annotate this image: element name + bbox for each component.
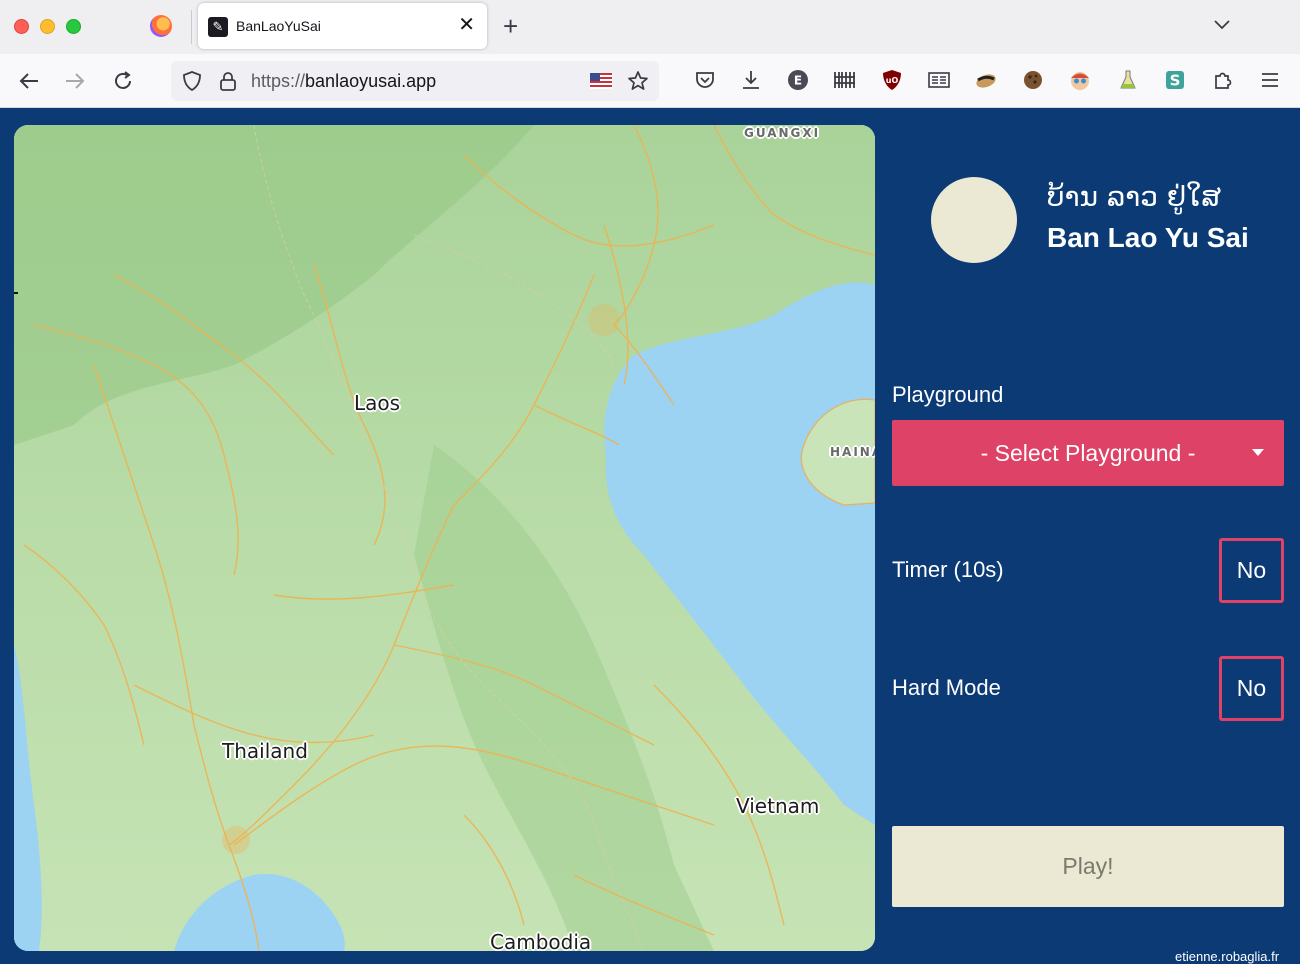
map-label-thailand: Thailand xyxy=(222,739,308,763)
app-logo xyxy=(931,177,1017,263)
ublock-icon[interactable]: uO xyxy=(880,68,904,92)
reload-icon[interactable] xyxy=(110,68,136,94)
play-button[interactable]: Play! xyxy=(892,826,1284,907)
browser-tab-bar: ✎ BanLaoYuSai ✕ + xyxy=(0,0,1300,54)
shield-icon[interactable] xyxy=(181,70,203,92)
browser-nav-bar: https://banlaoyusai.app E uO S xyxy=(0,54,1300,108)
minimize-window-button[interactable] xyxy=(40,19,55,34)
url-scheme: https:// xyxy=(251,71,306,91)
hard-mode-label: Hard Mode xyxy=(892,675,1001,700)
timer-toggle[interactable]: No xyxy=(1219,538,1284,603)
bangkok-urban xyxy=(222,826,250,854)
raccoon-icon[interactable] xyxy=(974,68,998,92)
new-tab-button[interactable]: + xyxy=(503,11,518,41)
address-bar[interactable]: https://banlaoyusai.app xyxy=(171,61,659,101)
face-icon[interactable] xyxy=(1068,68,1092,92)
barcode-icon[interactable] xyxy=(833,68,857,92)
map-canvas[interactable] xyxy=(14,125,875,951)
url-text[interactable]: https://banlaoyusai.app xyxy=(251,71,436,92)
chevron-down-icon[interactable] xyxy=(1212,14,1232,34)
app-title-english: Ban Lao Yu Sai xyxy=(1047,222,1249,253)
hard-mode-toggle[interactable]: No xyxy=(1219,656,1284,721)
puzzle-icon[interactable] xyxy=(1211,68,1235,92)
hanoi-urban xyxy=(588,304,620,336)
us-flag-icon[interactable] xyxy=(590,73,612,89)
lock-icon[interactable] xyxy=(217,70,239,92)
play-button-label: Play! xyxy=(1062,853,1114,879)
cookie-icon[interactable] xyxy=(1021,68,1045,92)
timer-toggle-value: No xyxy=(1236,557,1267,583)
map-label-vietnam: Vietnam xyxy=(736,794,820,818)
menu-icon[interactable] xyxy=(1258,68,1282,92)
map-label-hainan: HAINA xyxy=(830,445,875,459)
maximize-window-button[interactable] xyxy=(66,19,81,34)
site-favicon-icon: ✎ xyxy=(208,17,228,37)
map-view[interactable]: Laos Thailand Vietnam Cambodia GUANGXI H… xyxy=(14,125,875,951)
svg-text:uO: uO xyxy=(886,76,899,85)
footer-credit-link[interactable]: etienne.robaglia.fr xyxy=(1175,949,1279,964)
map-label-laos: Laos xyxy=(354,391,401,415)
app-title-lao: ບ້ານ ລາວ ຢູ່ໃສ xyxy=(1047,180,1222,213)
caret-down-icon xyxy=(1252,449,1264,456)
tab-title: BanLaoYuSai xyxy=(236,18,321,34)
close-tab-icon[interactable]: ✕ xyxy=(458,14,475,36)
close-window-button[interactable] xyxy=(14,19,29,34)
playground-label: Playground xyxy=(892,382,1004,407)
url-host: banlaoyusai.app xyxy=(305,71,437,91)
svg-text:E: E xyxy=(794,74,802,88)
s-icon[interactable]: S xyxy=(1163,68,1187,92)
bookmark-star-icon[interactable] xyxy=(626,69,650,93)
playground-select[interactable]: - Select Playground - xyxy=(892,420,1284,486)
reader-icon[interactable] xyxy=(927,68,951,92)
forward-arrow-icon[interactable] xyxy=(62,68,88,94)
map-label-guangxi: GUANGXI xyxy=(744,126,821,140)
browser-tab-active[interactable]: ✎ BanLaoYuSai ✕ xyxy=(198,3,487,49)
download-icon[interactable] xyxy=(739,68,763,92)
playground-select-value: - Select Playground - xyxy=(980,439,1196,466)
timer-label: Timer (10s) xyxy=(892,557,1004,582)
back-arrow-icon[interactable] xyxy=(16,68,42,94)
flask-icon[interactable] xyxy=(1116,68,1140,92)
tab-divider xyxy=(191,10,192,44)
map-label-cambodia: Cambodia xyxy=(490,930,592,951)
hard-mode-toggle-value: No xyxy=(1236,675,1267,701)
firefox-icon[interactable] xyxy=(150,15,172,37)
e-icon[interactable]: E xyxy=(786,68,810,92)
pocket-icon[interactable] xyxy=(693,68,717,92)
svg-text:S: S xyxy=(1170,72,1181,90)
map-tick-mark xyxy=(14,292,18,294)
app-page: Laos Thailand Vietnam Cambodia GUANGXI H… xyxy=(0,108,1300,964)
